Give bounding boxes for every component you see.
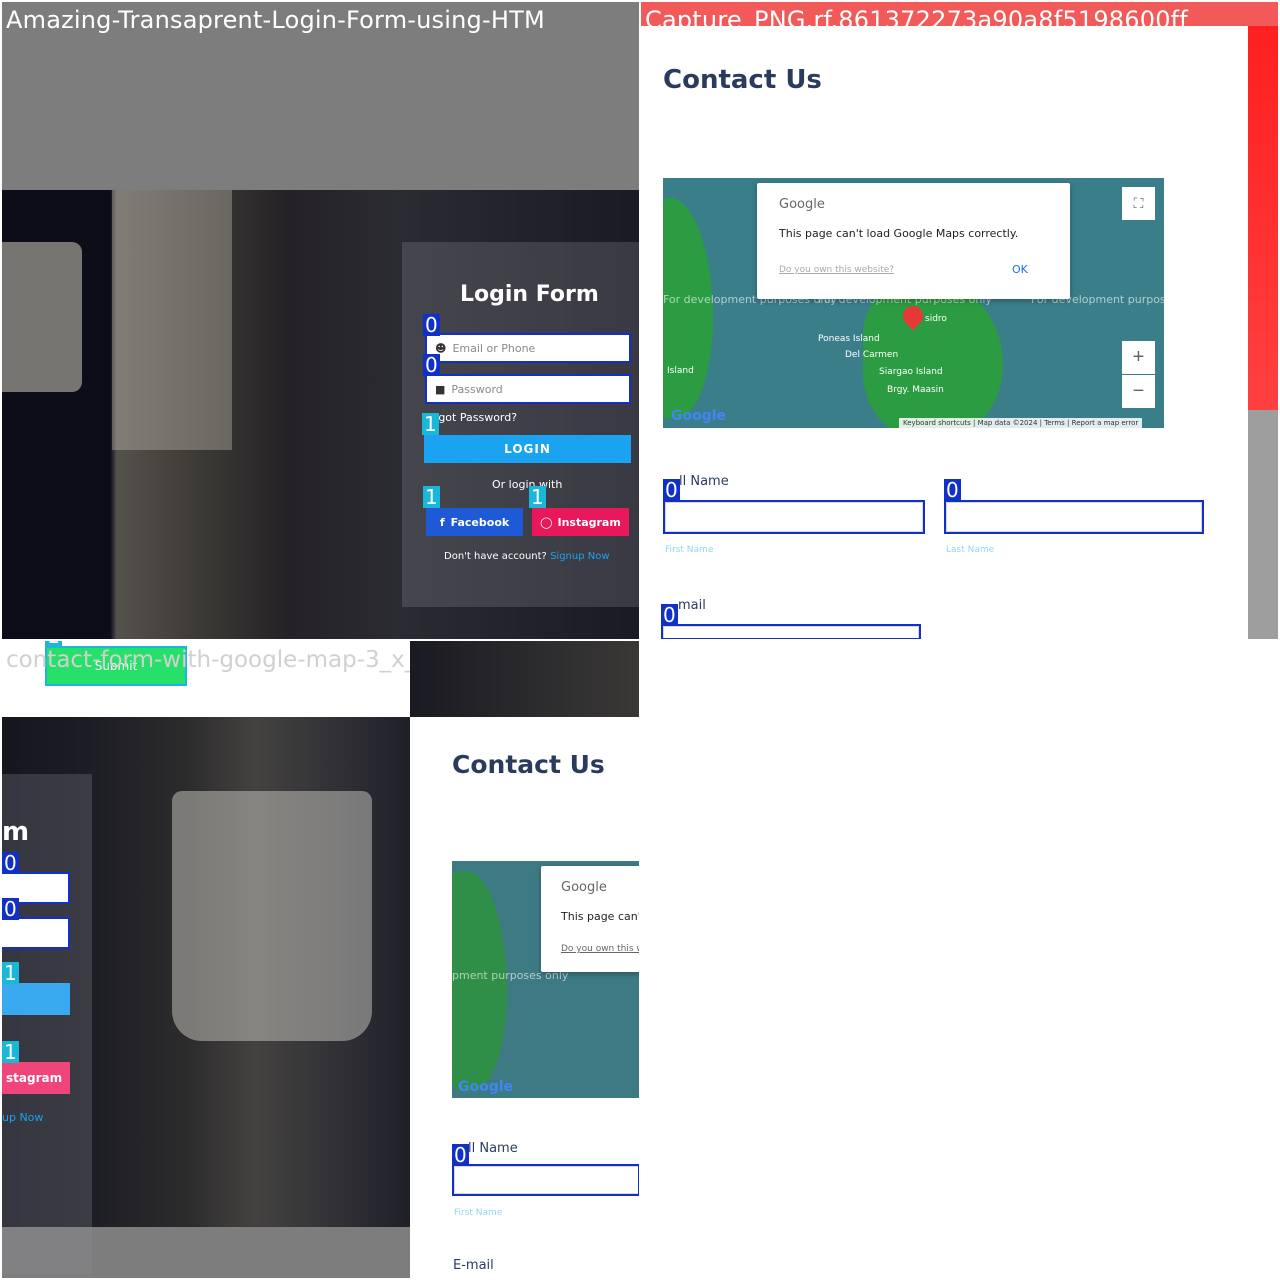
map-place: sidro (925, 314, 947, 324)
detection-label-login: 1 (2, 961, 19, 985)
last-name-sublabel: Last Name (946, 545, 995, 555)
right-red-bar (1248, 26, 1278, 410)
dialog-ok-button[interactable]: OK (1012, 263, 1028, 276)
first-name-sublabel: First Name (454, 1208, 503, 1218)
detection-box-last-name (944, 500, 1204, 534)
map-place: Poneas Island (818, 334, 880, 344)
map-place: Del Carmen (845, 350, 899, 360)
detection-label-instagram: 1 (529, 485, 546, 509)
login-title: Login Form (460, 282, 599, 307)
top-image-strip (410, 641, 639, 717)
own-website-link[interactable]: Do you own this website? (779, 265, 894, 275)
google-map-fragment[interactable]: pment purposes only Google This page can… (452, 861, 639, 1098)
tile-caption: Amazing-Transaprent-Login-Form-using-HTM (6, 6, 545, 34)
detection-label-instagram: 1 (2, 1040, 19, 1064)
google-logo: Google (561, 880, 607, 895)
instagram-button[interactable]: ◯ Instagram (532, 508, 629, 536)
instagram-label: Instagram (557, 515, 621, 529)
full-name-label: ll Name (468, 1141, 518, 1156)
contact-heading: Contact Us (452, 750, 605, 779)
facebook-label: Facebook (450, 515, 510, 529)
detection-label-password: 0 (423, 353, 440, 377)
google-map-logo: Google (458, 1079, 514, 1095)
map-place: Brgy. Maasin (887, 385, 944, 395)
contact-form-tile: Capture_PNG.rf.861372273a90a8f5198600ff … (641, 2, 1278, 639)
map-error-dialog: Google This page can't load Google Maps … (757, 183, 1070, 299)
signup-row: Don't have account? Signup Now (444, 551, 610, 562)
full-name-label: ll Name (679, 474, 729, 489)
detection-box-field2 (2, 917, 70, 949)
background-mug (2, 242, 82, 392)
login-form-tile: Amazing-Transaprent-Login-Form-using-HTM… (2, 2, 639, 639)
facebook-icon: f (439, 515, 445, 529)
facebook-button[interactable]: f Facebook (426, 508, 523, 536)
right-grey-bar (1248, 410, 1278, 639)
login-button[interactable]: LOGIN (424, 435, 631, 463)
detection-box-password (425, 374, 631, 404)
contact-heading: Contact Us (663, 65, 822, 95)
detection-box-first-name (663, 500, 925, 534)
zoomed-login-tile: Submit 1 contact-form-with-google-map-3_… (2, 641, 410, 1278)
email-label: E-mail (453, 1258, 494, 1273)
map-land-west (663, 198, 713, 418)
no-account-text: Don't have account? (444, 551, 547, 562)
signup-link-fragment[interactable]: up Now (2, 1111, 43, 1124)
detection-label-field2: 0 (2, 897, 19, 921)
background-cup (172, 791, 372, 1041)
detection-label-email: 0 (423, 313, 440, 337)
google-map-logo: Google (671, 408, 727, 424)
signup-link[interactable]: Signup Now (550, 551, 609, 562)
map-footer[interactable]: Keyboard shortcuts | Map data ©2024 | Te… (899, 418, 1143, 428)
zoom-in-button[interactable]: + (1122, 341, 1155, 374)
login-title-fragment: m (2, 817, 30, 847)
map-place: Island (667, 366, 694, 376)
zoomed-contact-tile: Contact Us pment purposes only Google Th… (410, 641, 639, 1278)
first-name-sublabel: First Name (665, 545, 714, 555)
dialog-message: This page can't load Google Maps correct… (779, 227, 1019, 240)
instagram-button-fragment[interactable]: stagram (2, 1062, 70, 1094)
google-logo: Google (779, 197, 825, 212)
detection-box-email (661, 624, 921, 639)
instagram-icon: ◯ (540, 515, 553, 529)
tile-caption: contact-form-with-google-map-3_x_png.rf. (6, 647, 410, 673)
detection-label-field1: 0 (2, 851, 19, 875)
detection-label-email: 0 (661, 603, 678, 627)
zoom-out-button[interactable]: − (1122, 375, 1155, 408)
detection-label-first-name: 0 (663, 478, 680, 502)
login-button-fragment[interactable] (2, 983, 70, 1015)
map-place: Siargao Island (879, 367, 943, 377)
detection-box-email (425, 333, 631, 363)
detection-box-first-name (452, 1164, 639, 1196)
email-label: mail (678, 598, 706, 613)
window-light (112, 190, 232, 450)
detection-label-first-name: 0 (452, 1143, 469, 1167)
forgot-password-link[interactable]: rgot Password? (434, 411, 517, 424)
detection-label-last-name: 0 (944, 478, 961, 502)
detection-label-login: 1 (422, 412, 439, 436)
tile-caption: Capture_PNG.rf.861372273a90a8f5198600ff (645, 6, 1188, 34)
map-error-dialog: Google This page can't Do you own this w (541, 866, 639, 972)
dialog-message: This page can't (561, 910, 639, 923)
detection-label-facebook: 1 (423, 485, 440, 509)
fullscreen-icon[interactable]: ⛶ (1122, 187, 1155, 220)
own-website-link[interactable]: Do you own this w (561, 944, 639, 954)
login-panel (2, 774, 92, 1274)
or-login-with-text: Or login with (492, 478, 563, 491)
google-map[interactable]: For development purposes only For develo… (663, 178, 1164, 428)
